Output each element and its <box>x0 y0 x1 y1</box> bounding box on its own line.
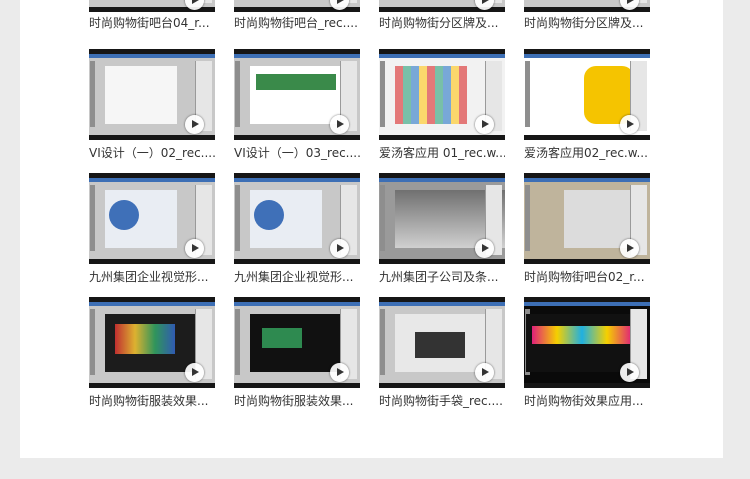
video-tile[interactable]: 九州集团企业视觉形... <box>89 173 215 285</box>
video-filename[interactable]: 时尚购物街吧台_rec.... <box>234 15 360 31</box>
video-tile[interactable]: 时尚购物街分区牌及... <box>524 0 650 31</box>
video-tile[interactable]: 爱汤客应用 01_rec.w... <box>379 49 505 161</box>
video-filename[interactable]: 时尚购物街服装效果... <box>89 393 215 409</box>
video-thumbnail <box>524 0 650 12</box>
play-icon[interactable] <box>185 115 204 134</box>
video-tile[interactable]: 爱汤客应用02_rec.w... <box>524 49 650 161</box>
video-filename[interactable]: 时尚购物街吧台04_r... <box>89 15 215 31</box>
video-filename[interactable]: 九州集团企业视觉形... <box>234 269 360 285</box>
video-tile[interactable]: 时尚购物街分区牌及... <box>379 0 505 31</box>
video-filename[interactable]: 时尚购物街效果应用... <box>524 393 650 409</box>
play-icon[interactable] <box>620 115 639 134</box>
video-filename[interactable]: 时尚购物街分区牌及... <box>379 15 505 31</box>
video-tile[interactable]: 时尚购物街手袋_rec.... <box>379 297 505 409</box>
video-thumbnail <box>234 297 360 388</box>
video-file-panel: 时尚购物街吧台04_r... 时尚购物街吧台_rec.... 时尚购物街分区牌及… <box>20 0 723 458</box>
video-tile[interactable]: 九州集团子公司及条... <box>379 173 505 285</box>
video-filename[interactable]: 爱汤客应用 01_rec.w... <box>379 145 505 161</box>
video-filename[interactable]: 九州集团子公司及条... <box>379 269 505 285</box>
video-thumbnail <box>234 0 360 12</box>
video-thumbnail <box>379 297 505 388</box>
video-tile[interactable]: 时尚购物街服装效果... <box>234 297 360 409</box>
play-icon[interactable] <box>185 239 204 258</box>
video-tile[interactable]: 时尚购物街吧台04_r... <box>89 0 215 31</box>
play-icon[interactable] <box>475 115 494 134</box>
play-icon[interactable] <box>185 363 204 382</box>
play-icon[interactable] <box>620 239 639 258</box>
video-thumbnail <box>89 297 215 388</box>
play-icon[interactable] <box>620 363 639 382</box>
play-icon[interactable] <box>475 363 494 382</box>
video-thumbnail <box>234 173 360 264</box>
play-icon[interactable] <box>475 0 494 10</box>
play-icon[interactable] <box>475 239 494 258</box>
video-thumbnail <box>234 49 360 140</box>
video-tile[interactable]: 九州集团企业视觉形... <box>234 173 360 285</box>
video-filename[interactable]: 时尚购物街服装效果... <box>234 393 360 409</box>
video-thumbnail <box>89 49 215 140</box>
play-icon[interactable] <box>330 0 349 10</box>
video-filename[interactable]: VI设计（一）02_rec.... <box>89 145 215 161</box>
video-thumbnail <box>524 297 650 388</box>
video-thumbnail <box>524 173 650 264</box>
video-filename[interactable]: 时尚购物街分区牌及... <box>524 15 650 31</box>
play-icon[interactable] <box>330 239 349 258</box>
video-tile[interactable]: 时尚购物街吧台02_r... <box>524 173 650 285</box>
video-filename[interactable]: VI设计（一）03_rec.... <box>234 145 360 161</box>
video-filename[interactable]: 爱汤客应用02_rec.w... <box>524 145 650 161</box>
video-filename[interactable]: 九州集团企业视觉形... <box>89 269 215 285</box>
video-filename[interactable]: 时尚购物街手袋_rec.... <box>379 393 505 409</box>
video-thumbnail <box>89 173 215 264</box>
video-tile[interactable]: 时尚购物街服装效果... <box>89 297 215 409</box>
play-icon[interactable] <box>330 363 349 382</box>
play-icon[interactable] <box>185 0 204 10</box>
video-tile[interactable]: VI设计（一）02_rec.... <box>89 49 215 161</box>
video-tile[interactable]: VI设计（一）03_rec.... <box>234 49 360 161</box>
video-thumbnail <box>379 173 505 264</box>
video-thumbnail <box>379 49 505 140</box>
video-thumbnail <box>379 0 505 12</box>
video-tile[interactable]: 时尚购物街效果应用... <box>524 297 650 409</box>
video-thumbnail <box>524 49 650 140</box>
play-icon[interactable] <box>330 115 349 134</box>
video-filename[interactable]: 时尚购物街吧台02_r... <box>524 269 650 285</box>
video-thumbnail <box>89 0 215 12</box>
play-icon[interactable] <box>620 0 639 10</box>
video-tile[interactable]: 时尚购物街吧台_rec.... <box>234 0 360 31</box>
